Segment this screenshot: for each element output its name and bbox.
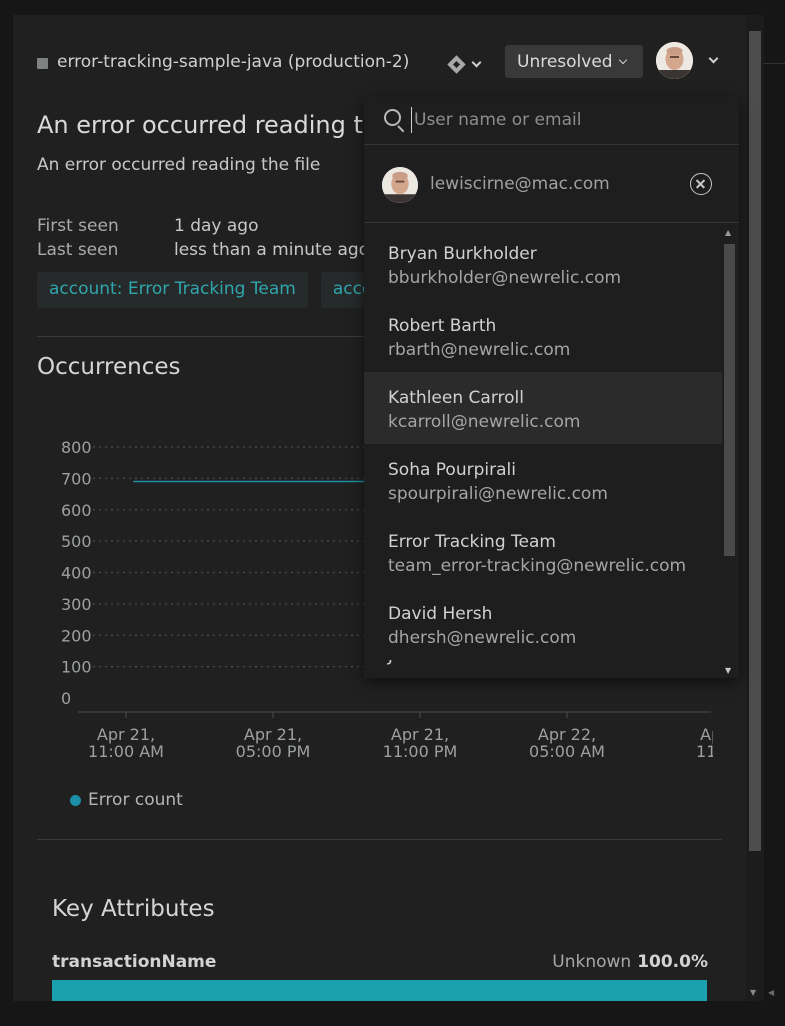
y-tick-label: 400 [61, 564, 92, 583]
user-option[interactable]: Bryan Burkholder bburkholder@newrelic.co… [364, 228, 722, 300]
user-name: J [388, 660, 722, 666]
x-tick-label: 05:00 AM [529, 742, 605, 761]
last-seen-label: Last seen [37, 240, 119, 260]
assignee-button[interactable] [656, 41, 726, 79]
first-seen-value: 1 day ago [174, 216, 259, 236]
user-email: kcarroll@newrelic.com [388, 412, 581, 432]
key-attribute-name: transactionName [52, 952, 217, 972]
status-label: Unresolved [517, 51, 613, 72]
assignee-search [364, 97, 739, 145]
y-tick-label: 700 [61, 469, 92, 488]
current-assignee: lewiscirne@mac.com [364, 145, 739, 223]
key-attribute-value: Unknown 100.0% [552, 952, 708, 972]
user-email: spourpirali@newrelic.com [388, 484, 608, 504]
search-icon [384, 109, 401, 126]
chevron-down-icon [471, 57, 482, 67]
legend-dot-icon [70, 794, 81, 806]
tag-account[interactable]: account: Error Tracking Team [37, 272, 308, 308]
entity-name[interactable]: error-tracking-sample-java (production-2… [57, 52, 409, 72]
key-attribute-percent: 100.0% [637, 952, 708, 972]
first-seen-label: First seen [37, 216, 119, 236]
user-email: team_error-tracking@newrelic.com [388, 556, 687, 576]
y-tick-label: 0 [61, 689, 71, 708]
jira-menu-button[interactable] [442, 51, 490, 77]
y-tick-label: 200 [61, 626, 92, 645]
y-tick-label: 500 [61, 532, 92, 551]
user-name: Error Tracking Team [388, 532, 556, 552]
x-tick-label: 11:00 PM [383, 742, 458, 761]
user-name: Bryan Burkholder [388, 244, 537, 264]
status-dropdown-button[interactable]: Unresolved [505, 45, 643, 78]
assignee-search-input[interactable] [411, 107, 711, 133]
avatar-icon [656, 41, 693, 79]
seen-info: First seen 1 day ago Last seen less than… [37, 214, 369, 262]
user-option-partial[interactable]: J [364, 660, 722, 672]
chart-legend[interactable]: Error count [70, 790, 183, 810]
x-tick-label: 11:00 AM [88, 742, 164, 761]
user-name: Soha Pourpirali [388, 460, 516, 480]
user-option[interactable]: Error Tracking Team team_error-tracking@… [364, 516, 722, 588]
user-option[interactable]: Robert Barth rbarth@newrelic.com [364, 300, 722, 372]
key-attribute-row: transactionName Unknown 100.0% [52, 952, 708, 972]
user-name: Robert Barth [388, 316, 497, 336]
occurrences-title: Occurrences [37, 354, 181, 380]
x-tick-label: 11:0 [696, 742, 713, 761]
page-scrollbar-thumb[interactable] [749, 31, 761, 851]
user-option[interactable]: David Hersh dhersh@newrelic.com [364, 588, 722, 660]
user-email: dhersh@newrelic.com [388, 628, 577, 648]
avatar-icon [382, 167, 418, 203]
last-seen-row: Last seen less than a minute ago [37, 238, 369, 262]
user-email: bburkholder@newrelic.com [388, 268, 622, 288]
user-list: Bryan Burkholder bburkholder@newrelic.co… [364, 228, 722, 672]
first-seen-row: First seen 1 day ago [37, 214, 369, 238]
x-tick-label: 05:00 PM [236, 742, 311, 761]
header-bar: error-tracking-sample-java (production-2… [37, 41, 727, 81]
dropdown-scrollbar[interactable]: ▲ ▼ [722, 228, 739, 678]
entity-status-icon [37, 58, 48, 69]
y-tick-label: 600 [61, 501, 92, 520]
current-assignee-email: lewiscirne@mac.com [430, 174, 610, 194]
dropdown-scrollbar-thumb[interactable] [724, 244, 735, 556]
user-email: rbarth@newrelic.com [388, 340, 571, 360]
scroll-left-arrow-icon[interactable]: ◀ [768, 988, 774, 997]
tag-list: account: Error Tracking Team acco [37, 272, 385, 308]
key-attribute-bar[interactable] [52, 980, 707, 1001]
user-option[interactable]: Kathleen Carroll kcarroll@newrelic.com [364, 372, 722, 444]
scroll-down-arrow-icon[interactable]: ▼ [725, 666, 731, 675]
y-tick-label: 100 [61, 658, 92, 677]
page-scrollbar[interactable]: ▼ [746, 15, 764, 1001]
y-tick-label: 300 [61, 595, 92, 614]
legend-label: Error count [88, 790, 183, 810]
scroll-down-arrow-icon[interactable]: ▼ [750, 988, 756, 997]
user-name: Kathleen Carroll [388, 388, 524, 408]
jira-diamond-icon [447, 54, 466, 74]
chevron-down-icon [708, 53, 719, 63]
chevron-down-icon [618, 55, 627, 64]
user-option[interactable]: Soha Pourpirali spourpirali@newrelic.com [364, 444, 722, 516]
divider [37, 839, 722, 840]
key-attributes-title: Key Attributes [52, 896, 215, 922]
last-seen-value: less than a minute ago [174, 240, 370, 260]
user-name: David Hersh [388, 604, 493, 624]
scroll-up-arrow-icon[interactable]: ▲ [725, 228, 731, 237]
key-attribute-value-label: Unknown [552, 952, 632, 972]
assignee-dropdown: lewiscirne@mac.com Bryan Burkholder bbur… [364, 97, 739, 678]
error-title: An error occurred reading the [37, 111, 393, 139]
clear-assignee-icon[interactable] [690, 173, 712, 195]
divider [764, 63, 785, 64]
error-message: An error occurred reading the file [37, 155, 321, 175]
y-tick-label: 800 [61, 438, 92, 457]
